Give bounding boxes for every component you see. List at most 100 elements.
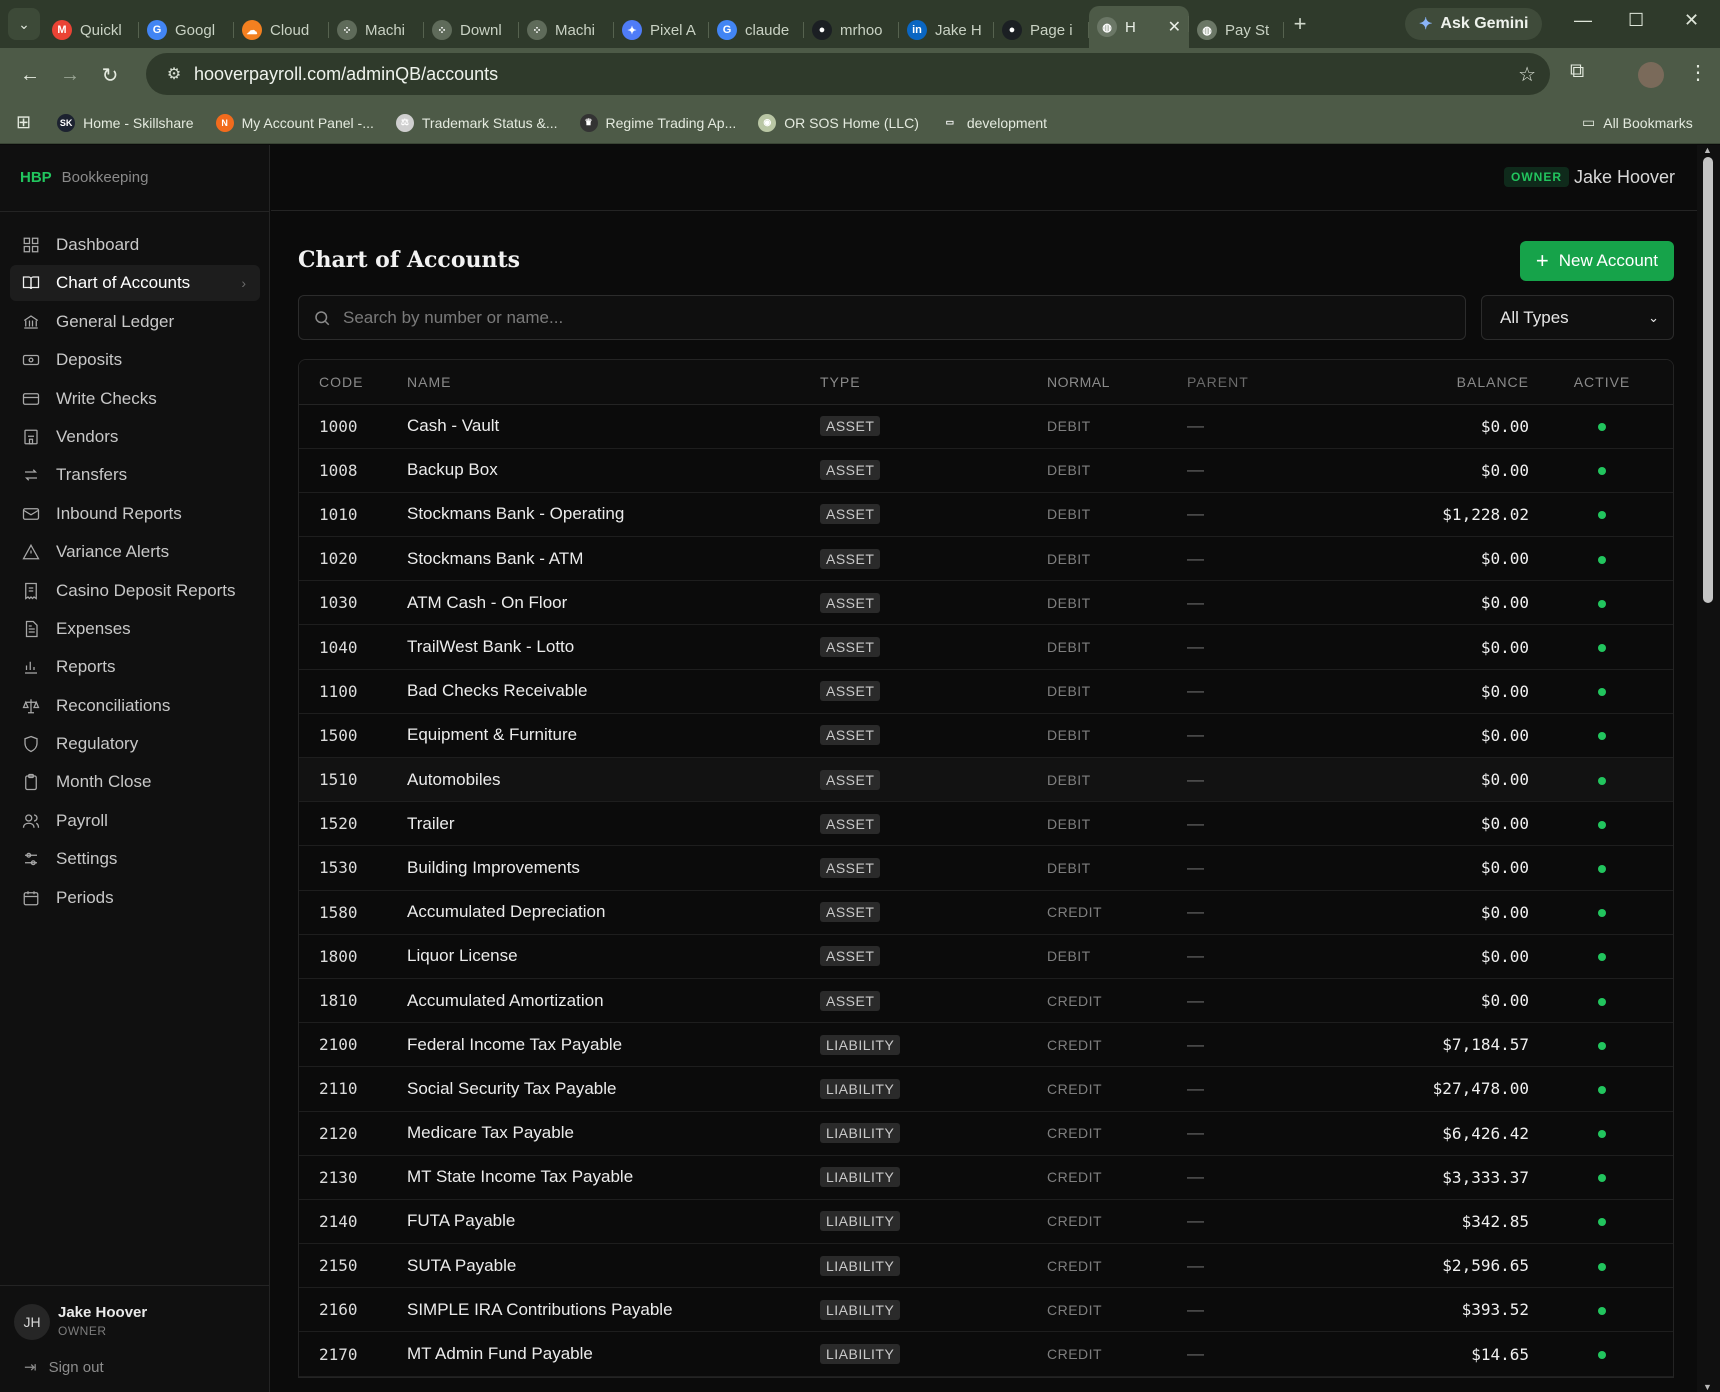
account-name[interactable]: Liquor License bbox=[407, 934, 820, 979]
scroll-down-icon[interactable]: ▼ bbox=[1703, 1382, 1712, 1392]
account-name[interactable]: MT Admin Fund Payable bbox=[407, 1331, 820, 1377]
col-code[interactable]: CODE bbox=[299, 360, 407, 405]
browser-tab[interactable]: ⁘ Machi bbox=[519, 12, 614, 48]
table-row[interactable]: 2140 FUTA Payable LIABILITY CREDIT — $342.85 bbox=[299, 1199, 1673, 1245]
bookmark-item[interactable]: ⚖ Trademark Status &... bbox=[395, 113, 558, 132]
sidebar-item-general-ledger[interactable]: General Ledger bbox=[10, 304, 260, 340]
table-row[interactable]: 2130 MT State Income Tax Payable LIABILITY… bbox=[299, 1155, 1673, 1200]
sign-out-button[interactable]: ⇥ Sign out bbox=[24, 1358, 104, 1377]
sidebar-item-chart-of-accounts[interactable]: Chart of Accounts › bbox=[10, 265, 260, 302]
table-row[interactable]: 1500 Equipment & Furniture ASSET DEBIT — $0.0… bbox=[299, 713, 1673, 759]
sidebar-item-transfers[interactable]: Transfers bbox=[10, 457, 260, 493]
bookmark-item[interactable]: N My Account Panel -... bbox=[215, 113, 374, 132]
table-row[interactable]: 1530 Building Improvements ASSET DEBIT — $0.0… bbox=[299, 845, 1673, 891]
menu-dots-icon[interactable]: ⋮ bbox=[1688, 60, 1708, 85]
col-active[interactable]: ACTIVE bbox=[1529, 360, 1673, 405]
table-row[interactable]: 1520 Trailer ASSET DEBIT — $0.00 bbox=[299, 801, 1673, 847]
sidebar-item-payroll[interactable]: Payroll bbox=[10, 803, 260, 839]
back-icon[interactable]: ← bbox=[10, 64, 50, 87]
reload-icon[interactable]: ↻ bbox=[90, 63, 130, 88]
sidebar-item-expenses[interactable]: Expenses bbox=[10, 611, 260, 647]
site-settings-icon[interactable]: ⚙ bbox=[154, 64, 194, 84]
account-name[interactable]: Trailer bbox=[407, 801, 820, 847]
col-name[interactable]: NAME bbox=[407, 360, 820, 405]
col-balance[interactable]: BALANCE bbox=[1367, 360, 1529, 405]
bookmark-item[interactable]: SK Home - Skillshare bbox=[57, 113, 194, 132]
account-name[interactable]: FUTA Payable bbox=[407, 1199, 820, 1245]
account-name[interactable]: Automobiles bbox=[407, 757, 820, 803]
bookmark-item[interactable]: ▭ development bbox=[941, 114, 1047, 132]
forward-icon[interactable]: → bbox=[50, 64, 90, 87]
sidebar-item-reports[interactable]: Reports bbox=[10, 649, 260, 685]
new-tab-button[interactable]: + bbox=[1284, 11, 1316, 37]
table-row[interactable]: 1100 Bad Checks Receivable ASSET DEBIT — $0.0… bbox=[299, 669, 1673, 714]
sidebar-item-write-checks[interactable]: Write Checks bbox=[10, 381, 260, 417]
sidebar-item-deposits[interactable]: Deposits bbox=[10, 342, 260, 378]
browser-tab[interactable]: ◍ Pay St bbox=[1189, 12, 1284, 48]
browser-tab[interactable]: ● mrhoo bbox=[804, 12, 899, 48]
bookmark-item[interactable]: ◉ OR SOS Home (LLC) bbox=[758, 113, 919, 132]
account-name[interactable]: Cash - Vault bbox=[407, 404, 820, 449]
top-user-name[interactable]: Jake Hoover bbox=[1574, 167, 1675, 188]
sidebar-item-vendors[interactable]: Vendors bbox=[10, 419, 260, 455]
sidebar-item-variance-alerts[interactable]: Variance Alerts bbox=[10, 534, 260, 570]
table-row[interactable]: 1800 Liquor License ASSET DEBIT — $0.00 bbox=[299, 934, 1673, 979]
browser-tab[interactable]: ● Page i bbox=[994, 12, 1089, 48]
scrollbar-thumb[interactable] bbox=[1703, 157, 1713, 603]
browser-tab[interactable]: M Quickl bbox=[44, 12, 139, 48]
ask-gemini-button[interactable]: ✦ Ask Gemini bbox=[1405, 8, 1543, 40]
table-row[interactable]: 1008 Backup Box ASSET DEBIT — $0.00 bbox=[299, 448, 1673, 493]
account-name[interactable]: Social Security Tax Payable bbox=[407, 1066, 820, 1112]
table-row[interactable]: 1030 ATM Cash - On Floor ASSET DEBIT — $0.00 bbox=[299, 580, 1673, 626]
table-row[interactable]: 1510 Automobiles ASSET DEBIT — $0.00 bbox=[299, 757, 1673, 803]
tab-search-button[interactable]: ⌄ bbox=[8, 8, 40, 40]
account-name[interactable]: Medicare Tax Payable bbox=[407, 1111, 820, 1156]
table-row[interactable]: 1580 Accumulated Depreciation ASSET CREDIT —… bbox=[299, 890, 1673, 935]
address-bar[interactable]: ⚙ hooverpayroll.com/adminQB/accounts ☆ bbox=[146, 53, 1550, 95]
account-name[interactable]: SUTA Payable bbox=[407, 1243, 820, 1289]
sidebar-item-regulatory[interactable]: Regulatory bbox=[10, 726, 260, 762]
url-text[interactable]: hooverpayroll.com/adminQB/accounts bbox=[194, 64, 498, 85]
col-parent[interactable]: PARENT bbox=[1187, 360, 1367, 405]
browser-tab[interactable]: Gclaude bbox=[709, 12, 804, 48]
browser-tab[interactable]: ☁ Cloud bbox=[234, 12, 329, 48]
all-bookmarks[interactable]: ▭ All Bookmarks bbox=[1582, 114, 1693, 131]
table-row[interactable]: 2160 SIMPLE IRA Contributions Payable LIAB… bbox=[299, 1287, 1673, 1333]
sidebar-item-dashboard[interactable]: Dashboard bbox=[10, 227, 260, 263]
sidebar-item-month-close[interactable]: Month Close bbox=[10, 764, 260, 800]
profile-avatar[interactable] bbox=[1638, 62, 1664, 88]
extensions-icon[interactable]: ⧉ bbox=[1570, 60, 1584, 83]
table-row[interactable]: 2120 Medicare Tax Payable LIABILITY CREDIT —… bbox=[299, 1111, 1673, 1156]
account-name[interactable]: Equipment & Furniture bbox=[407, 713, 820, 759]
table-row[interactable]: 2110 Social Security Tax Payable LIABILITY… bbox=[299, 1066, 1673, 1112]
table-row[interactable]: 1020 Stockmans Bank - ATM ASSET DEBIT — $0.00 bbox=[299, 536, 1673, 582]
account-name[interactable]: ATM Cash - On Floor bbox=[407, 580, 820, 626]
account-name[interactable]: SIMPLE IRA Contributions Payable bbox=[407, 1287, 820, 1333]
scroll-up-icon[interactable]: ▲ bbox=[1703, 145, 1712, 155]
table-row[interactable]: 2100 Federal Income Tax Payable LIABILITY C… bbox=[299, 1022, 1673, 1068]
maximize-icon[interactable]: ☐ bbox=[1628, 10, 1644, 31]
table-row[interactable]: 1810 Accumulated Amortization ASSET CREDIT —… bbox=[299, 978, 1673, 1024]
bookmark-star-icon[interactable]: ☆ bbox=[1518, 62, 1536, 87]
account-name[interactable]: Building Improvements bbox=[407, 845, 820, 891]
new-account-button[interactable]: + New Account bbox=[1519, 241, 1674, 281]
account-name[interactable]: Accumulated Amortization bbox=[407, 978, 820, 1024]
table-row[interactable]: 2170 MT Admin Fund Payable LIABILITY CREDIT… bbox=[299, 1331, 1673, 1377]
brand[interactable]: HBP Bookkeeping bbox=[20, 169, 148, 186]
sidebar-item-periods[interactable]: Periods bbox=[10, 880, 260, 916]
table-row[interactable]: 2150 SUTA Payable LIABILITY CREDIT — $2,596.6… bbox=[299, 1243, 1673, 1289]
table-row[interactable]: 1040 TrailWest Bank - Lotto ASSET DEBIT — $0.… bbox=[299, 624, 1673, 670]
account-name[interactable]: Backup Box bbox=[407, 448, 820, 493]
apps-grid-icon[interactable]: ⊞ bbox=[16, 112, 31, 133]
page-scrollbar[interactable]: ▲ ▼ bbox=[1697, 145, 1720, 1392]
search-input[interactable] bbox=[343, 307, 1443, 328]
sidebar-item-casino-deposit-reports[interactable]: Casino Deposit Reports bbox=[10, 573, 260, 609]
browser-tab[interactable]: ⁘ Machi bbox=[329, 12, 424, 48]
table-row[interactable]: 1000 Cash - Vault ASSET DEBIT — $0.00 bbox=[299, 404, 1673, 449]
browser-tab[interactable]: G Googl bbox=[139, 12, 234, 48]
browser-tab[interactable]: in Jake H bbox=[899, 12, 994, 48]
type-filter-select[interactable]: All Types ⌄ bbox=[1481, 295, 1674, 340]
table-row[interactable]: 1010 Stockmans Bank - Operating ASSET DEBIT… bbox=[299, 492, 1673, 538]
account-name[interactable]: MT State Income Tax Payable bbox=[407, 1155, 820, 1200]
account-name[interactable]: Accumulated Depreciation bbox=[407, 890, 820, 935]
